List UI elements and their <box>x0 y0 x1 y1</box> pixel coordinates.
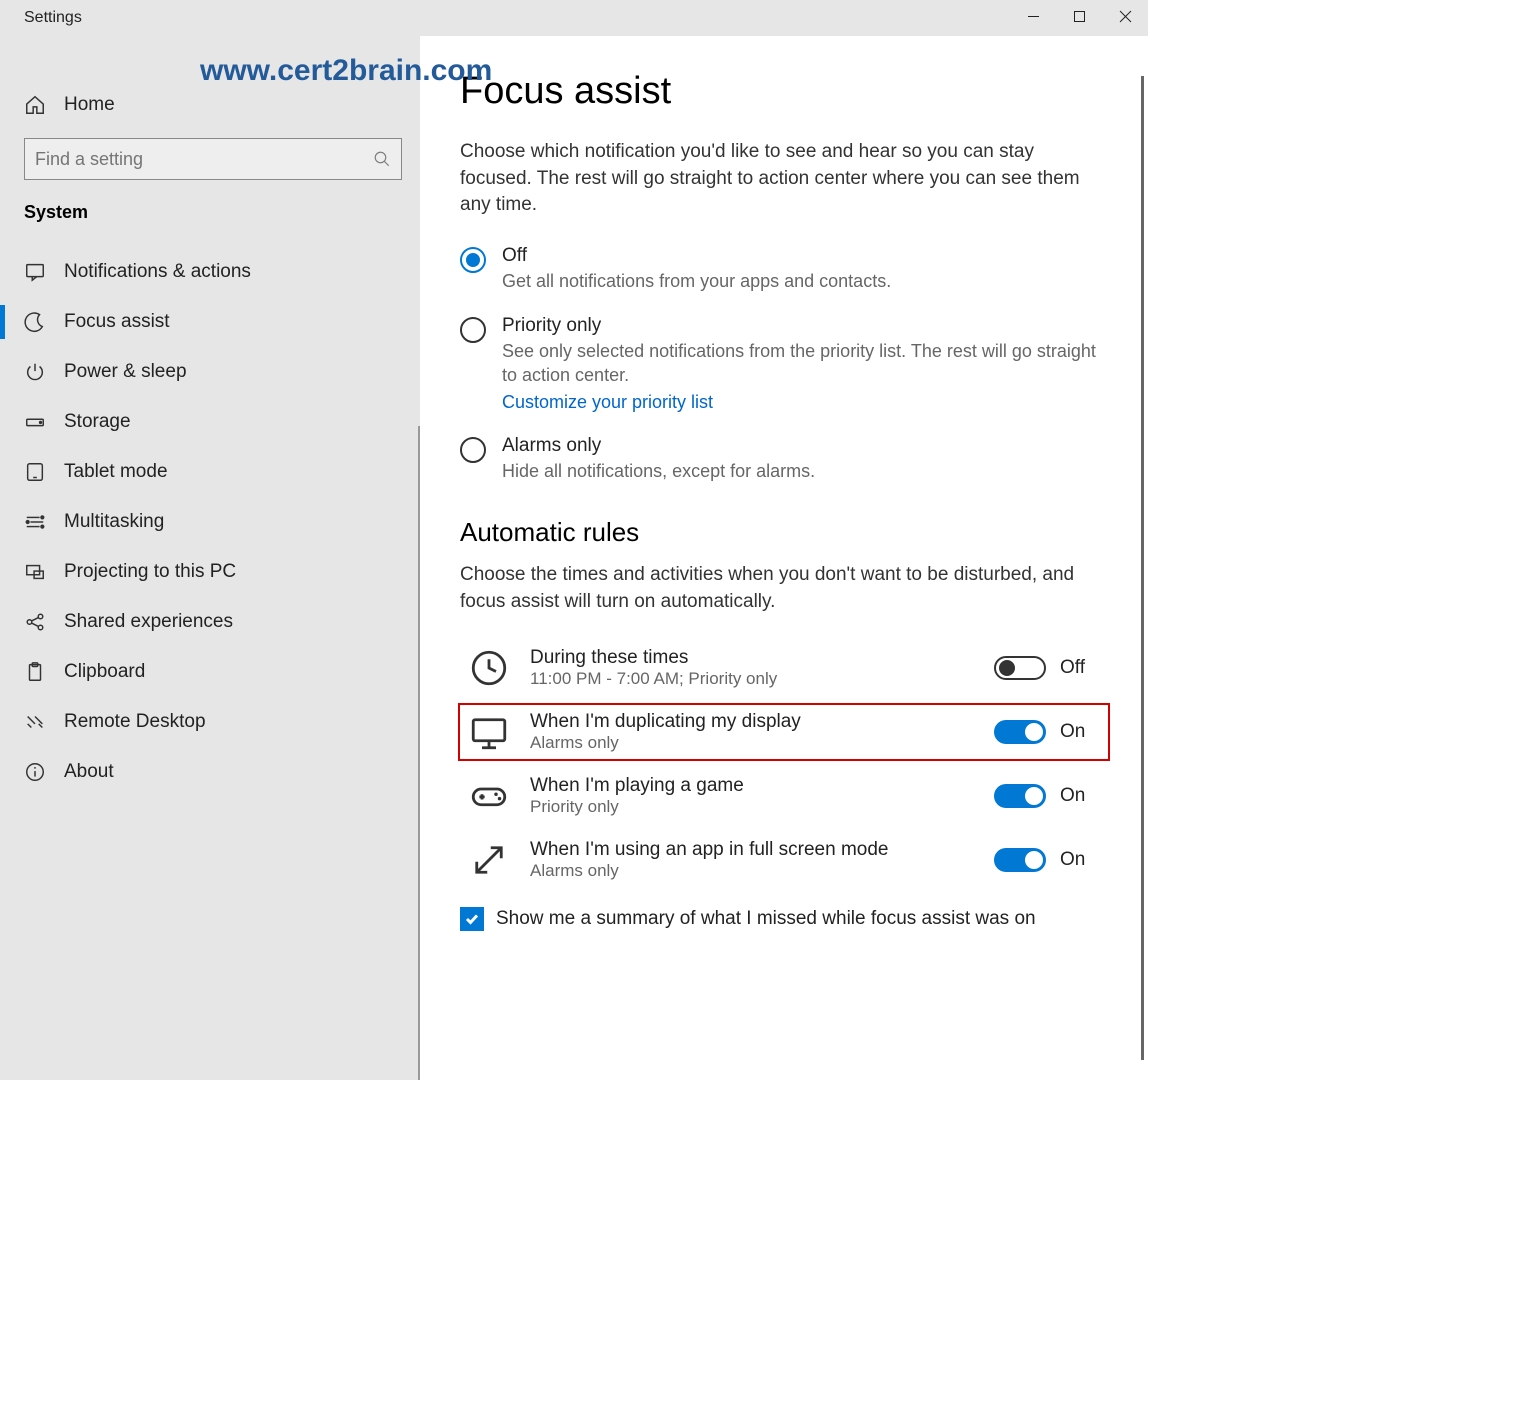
home-label: Home <box>64 94 115 116</box>
focus-mode-radio-group: Off Get all notifications from your apps… <box>460 245 1108 483</box>
sidebar-item-storage[interactable]: Storage <box>0 397 420 447</box>
radio-description: Get all notifications from your apps and… <box>502 269 891 293</box>
sidebar-item-label: Focus assist <box>64 311 170 333</box>
radio-option-off[interactable]: Off Get all notifications from your apps… <box>460 245 1108 293</box>
page-title: Focus assist <box>460 70 1108 113</box>
sidebar-item-power-sleep[interactable]: Power & sleep <box>0 347 420 397</box>
sidebar-item-label: Tablet mode <box>64 461 168 483</box>
sidebar-item-projecting[interactable]: Projecting to this PC <box>0 547 420 597</box>
message-icon <box>24 261 46 283</box>
tablet-icon <box>24 461 46 483</box>
sidebar-item-about[interactable]: About <box>0 747 420 797</box>
sidebar-item-label: About <box>64 761 114 783</box>
sidebar-item-shared-experiences[interactable]: Shared experiences <box>0 597 420 647</box>
moon-icon <box>24 311 46 333</box>
sidebar-item-label: Projecting to this PC <box>64 561 236 583</box>
sidebar-item-focus-assist[interactable]: Focus assist <box>0 297 420 347</box>
sidebar-item-clipboard[interactable]: Clipboard <box>0 647 420 697</box>
sidebar-item-label: Storage <box>64 411 131 433</box>
radio-description: Hide all notifications, except for alarm… <box>502 459 815 483</box>
clock-icon <box>468 647 510 689</box>
titlebar: Settings <box>0 0 1148 36</box>
clipboard-icon <box>24 661 46 683</box>
summary-checkbox-row[interactable]: Show me a summary of what I missed while… <box>460 907 1108 931</box>
sidebar-item-label: Multitasking <box>64 511 164 533</box>
radio-indicator <box>460 247 486 273</box>
radio-label: Alarms only <box>502 435 815 457</box>
checkbox-checked-icon <box>460 907 484 931</box>
power-icon <box>24 361 46 383</box>
fullscreen-icon <box>468 839 510 881</box>
rule-duplicating-display[interactable]: When I'm duplicating my display Alarms o… <box>460 705 1108 759</box>
rule-toggle-label: Off <box>1060 657 1100 679</box>
watermark-text: www.cert2brain.com <box>200 54 492 88</box>
scrollbar[interactable] <box>1141 76 1144 1060</box>
rule-subtitle: Alarms only <box>530 733 974 753</box>
rule-title: During these times <box>530 647 974 669</box>
radio-label: Off <box>502 245 891 267</box>
radio-indicator <box>460 317 486 343</box>
rule-toggle[interactable] <box>994 848 1046 872</box>
window-title: Settings <box>0 9 82 27</box>
sidebar-section-title: System <box>0 198 420 237</box>
sidebar-item-label: Shared experiences <box>64 611 233 633</box>
rule-fullscreen-app[interactable]: When I'm using an app in full screen mod… <box>460 833 1108 887</box>
rule-during-these-times[interactable]: During these times 11:00 PM - 7:00 AM; P… <box>460 641 1108 695</box>
settings-window: Settings www.cert2brain.com Home System … <box>0 0 1148 1080</box>
sidebar-item-notifications[interactable]: Notifications & actions <box>0 247 420 297</box>
maximize-icon <box>1073 10 1086 26</box>
sidebar-item-remote-desktop[interactable]: Remote Desktop <box>0 697 420 747</box>
rule-subtitle: 11:00 PM - 7:00 AM; Priority only <box>530 669 974 689</box>
remote-desktop-icon <box>24 711 46 733</box>
content-area: Focus assist Choose which notification y… <box>420 36 1148 1080</box>
radio-label: Priority only <box>502 315 1102 337</box>
sidebar-item-label: Power & sleep <box>64 361 187 383</box>
sidebar-item-multitasking[interactable]: Multitasking <box>0 497 420 547</box>
rule-toggle[interactable] <box>994 720 1046 744</box>
summary-checkbox-label: Show me a summary of what I missed while… <box>496 908 1036 930</box>
automatic-rules-description: Choose the times and activities when you… <box>460 562 1100 615</box>
rule-playing-game[interactable]: When I'm playing a game Priority only On <box>460 769 1108 823</box>
sidebar: www.cert2brain.com Home System Notificat… <box>0 36 420 1080</box>
rule-subtitle: Priority only <box>530 797 974 817</box>
projecting-icon <box>24 561 46 583</box>
sidebar-item-tablet-mode[interactable]: Tablet mode <box>0 447 420 497</box>
monitor-icon <box>468 711 510 753</box>
storage-icon <box>24 411 46 433</box>
share-icon <box>24 611 46 633</box>
page-description: Choose which notification you'd like to … <box>460 139 1100 219</box>
rule-toggle-label: On <box>1060 721 1100 743</box>
search-icon <box>373 150 391 168</box>
rule-title: When I'm using an app in full screen mod… <box>530 839 974 861</box>
sidebar-item-label: Clipboard <box>64 661 145 683</box>
home-icon <box>24 94 46 116</box>
maximize-button[interactable] <box>1056 0 1102 36</box>
close-button[interactable] <box>1102 0 1148 36</box>
radio-description: See only selected notifications from the… <box>502 339 1102 388</box>
rule-toggle[interactable] <box>994 656 1046 680</box>
sidebar-item-label: Remote Desktop <box>64 711 206 733</box>
minimize-button[interactable] <box>1010 0 1056 36</box>
close-icon <box>1119 10 1132 26</box>
radio-indicator <box>460 437 486 463</box>
search-input[interactable] <box>35 139 373 179</box>
rule-subtitle: Alarms only <box>530 861 974 881</box>
rule-title: When I'm playing a game <box>530 775 974 797</box>
multitasking-icon <box>24 511 46 533</box>
radio-option-alarms-only[interactable]: Alarms only Hide all notifications, exce… <box>460 435 1108 483</box>
radio-option-priority-only[interactable]: Priority only See only selected notifica… <box>460 315 1108 413</box>
sidebar-item-label: Notifications & actions <box>64 261 251 283</box>
info-icon <box>24 761 46 783</box>
rule-toggle-label: On <box>1060 849 1100 871</box>
automatic-rules-heading: Automatic rules <box>460 517 1108 548</box>
minimize-icon <box>1027 10 1040 26</box>
gamepad-icon <box>468 775 510 817</box>
rule-title: When I'm duplicating my display <box>530 711 974 733</box>
search-field[interactable] <box>24 138 402 180</box>
customize-priority-link[interactable]: Customize your priority list <box>502 392 1102 413</box>
rule-toggle[interactable] <box>994 784 1046 808</box>
rule-toggle-label: On <box>1060 785 1100 807</box>
